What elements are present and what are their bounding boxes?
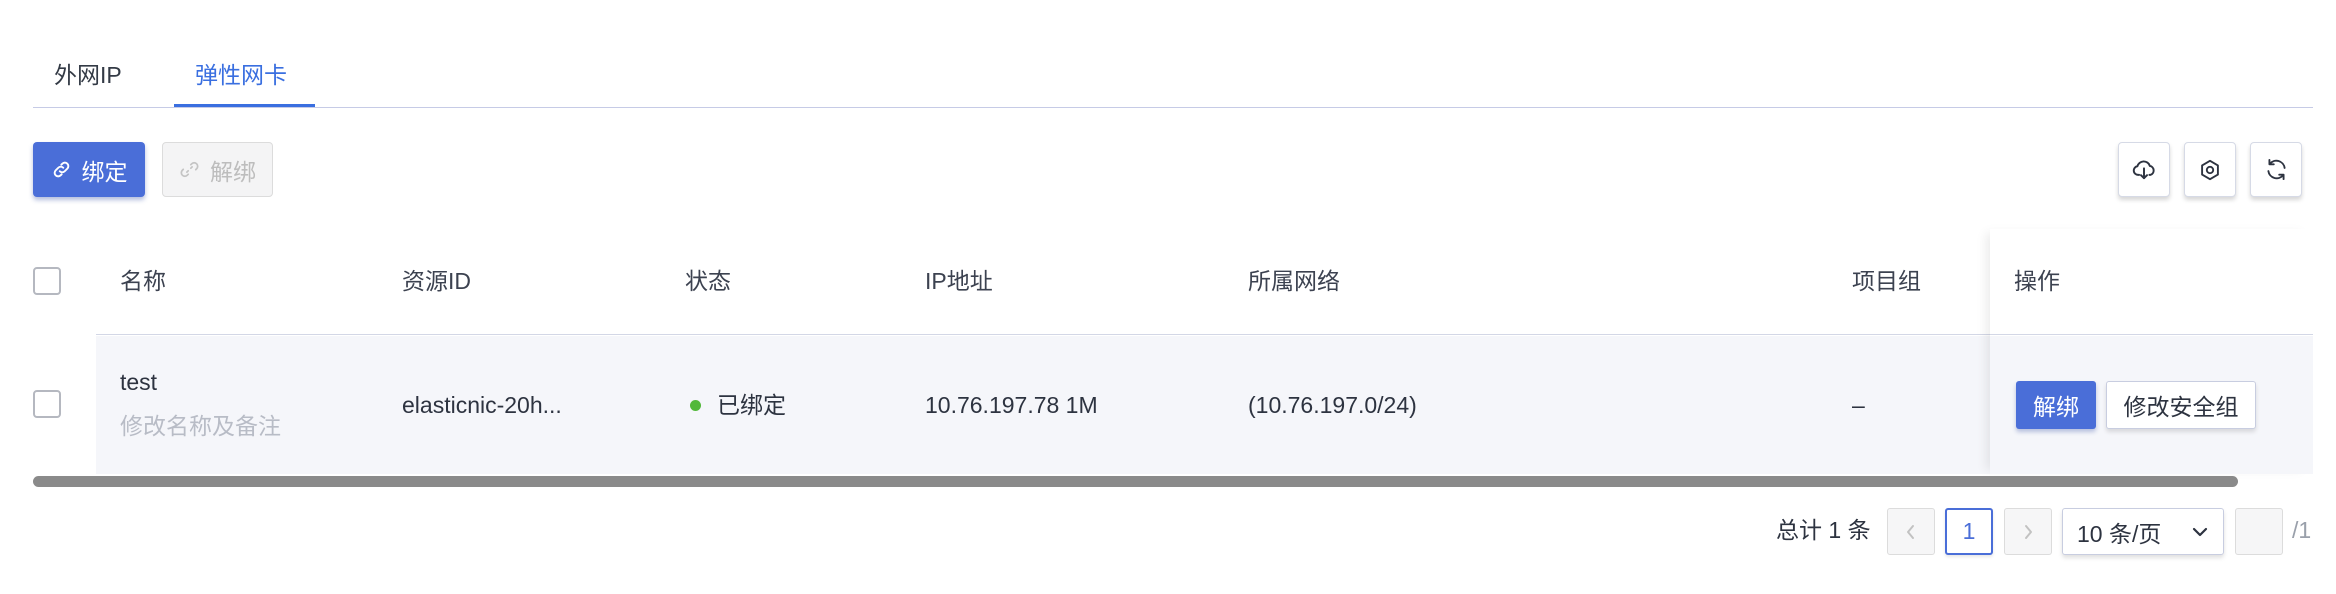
column-header-status: 状态 — [685, 268, 731, 294]
bind-button-label: 绑定 — [81, 158, 128, 185]
modify-security-group-button[interactable]: 修改安全组 — [2106, 381, 2256, 429]
status-dot — [690, 400, 701, 411]
page-jump-input[interactable] — [2235, 508, 2283, 555]
chevron-left-icon — [1904, 523, 1918, 541]
refresh-icon — [2264, 157, 2289, 182]
next-page-button[interactable] — [2004, 508, 2052, 555]
edit-name-note-link[interactable]: 修改名称及备注 — [120, 410, 281, 442]
row-project-group: – — [1852, 392, 1865, 418]
unbind-button[interactable]: 解绑 — [162, 142, 273, 197]
column-header-network: 所属网络 — [1248, 268, 1340, 294]
link-icon — [51, 159, 72, 180]
unbind-button-label: 解绑 — [210, 158, 256, 185]
download-button[interactable] — [2118, 142, 2170, 197]
tab-elastic-nic[interactable]: 弹性网卡 — [195, 59, 287, 91]
pagination-total: 总计 1 条 — [1776, 517, 1871, 543]
unlink-icon — [179, 159, 200, 180]
total-pages: /1 — [2292, 517, 2312, 543]
row-unbind-button[interactable]: 解绑 — [2016, 381, 2096, 429]
tab-divider — [33, 107, 2313, 108]
page-size-value: 10 条/页 — [2077, 520, 2162, 547]
horizontal-scrollbar[interactable] — [33, 476, 2238, 487]
column-header-resource-id: 资源ID — [402, 268, 471, 294]
page-size-select[interactable]: 10 条/页 — [2062, 508, 2224, 555]
refresh-button[interactable] — [2250, 142, 2302, 197]
fixed-actions-column — [1990, 229, 2313, 474]
row-network: (10.76.197.0/24) — [1248, 392, 1417, 418]
gear-icon — [2198, 158, 2222, 182]
table-header-divider — [96, 334, 2313, 335]
column-header-ip: IP地址 — [925, 268, 993, 294]
row-checkbox[interactable] — [33, 390, 61, 418]
chevron-down-icon — [2191, 526, 2209, 538]
page-number-button[interactable]: 1 — [1945, 508, 1993, 555]
settings-button[interactable] — [2184, 142, 2236, 197]
chevron-right-icon — [2021, 523, 2035, 541]
row-status: 已绑定 — [717, 392, 786, 418]
row-resource-id: elasticnic-20h... — [402, 392, 562, 418]
column-header-project-group: 项目组 — [1852, 268, 1921, 294]
cloud-download-icon — [2131, 157, 2157, 183]
row-ip: 10.76.197.78 1M — [925, 392, 1098, 418]
bind-button[interactable]: 绑定 — [33, 142, 145, 197]
column-header-name: 名称 — [120, 268, 166, 294]
select-all-checkbox[interactable] — [33, 267, 61, 295]
row-name: test — [120, 369, 158, 395]
prev-page-button[interactable] — [1887, 508, 1935, 555]
tab-public-ip[interactable]: 外网IP — [54, 59, 122, 91]
